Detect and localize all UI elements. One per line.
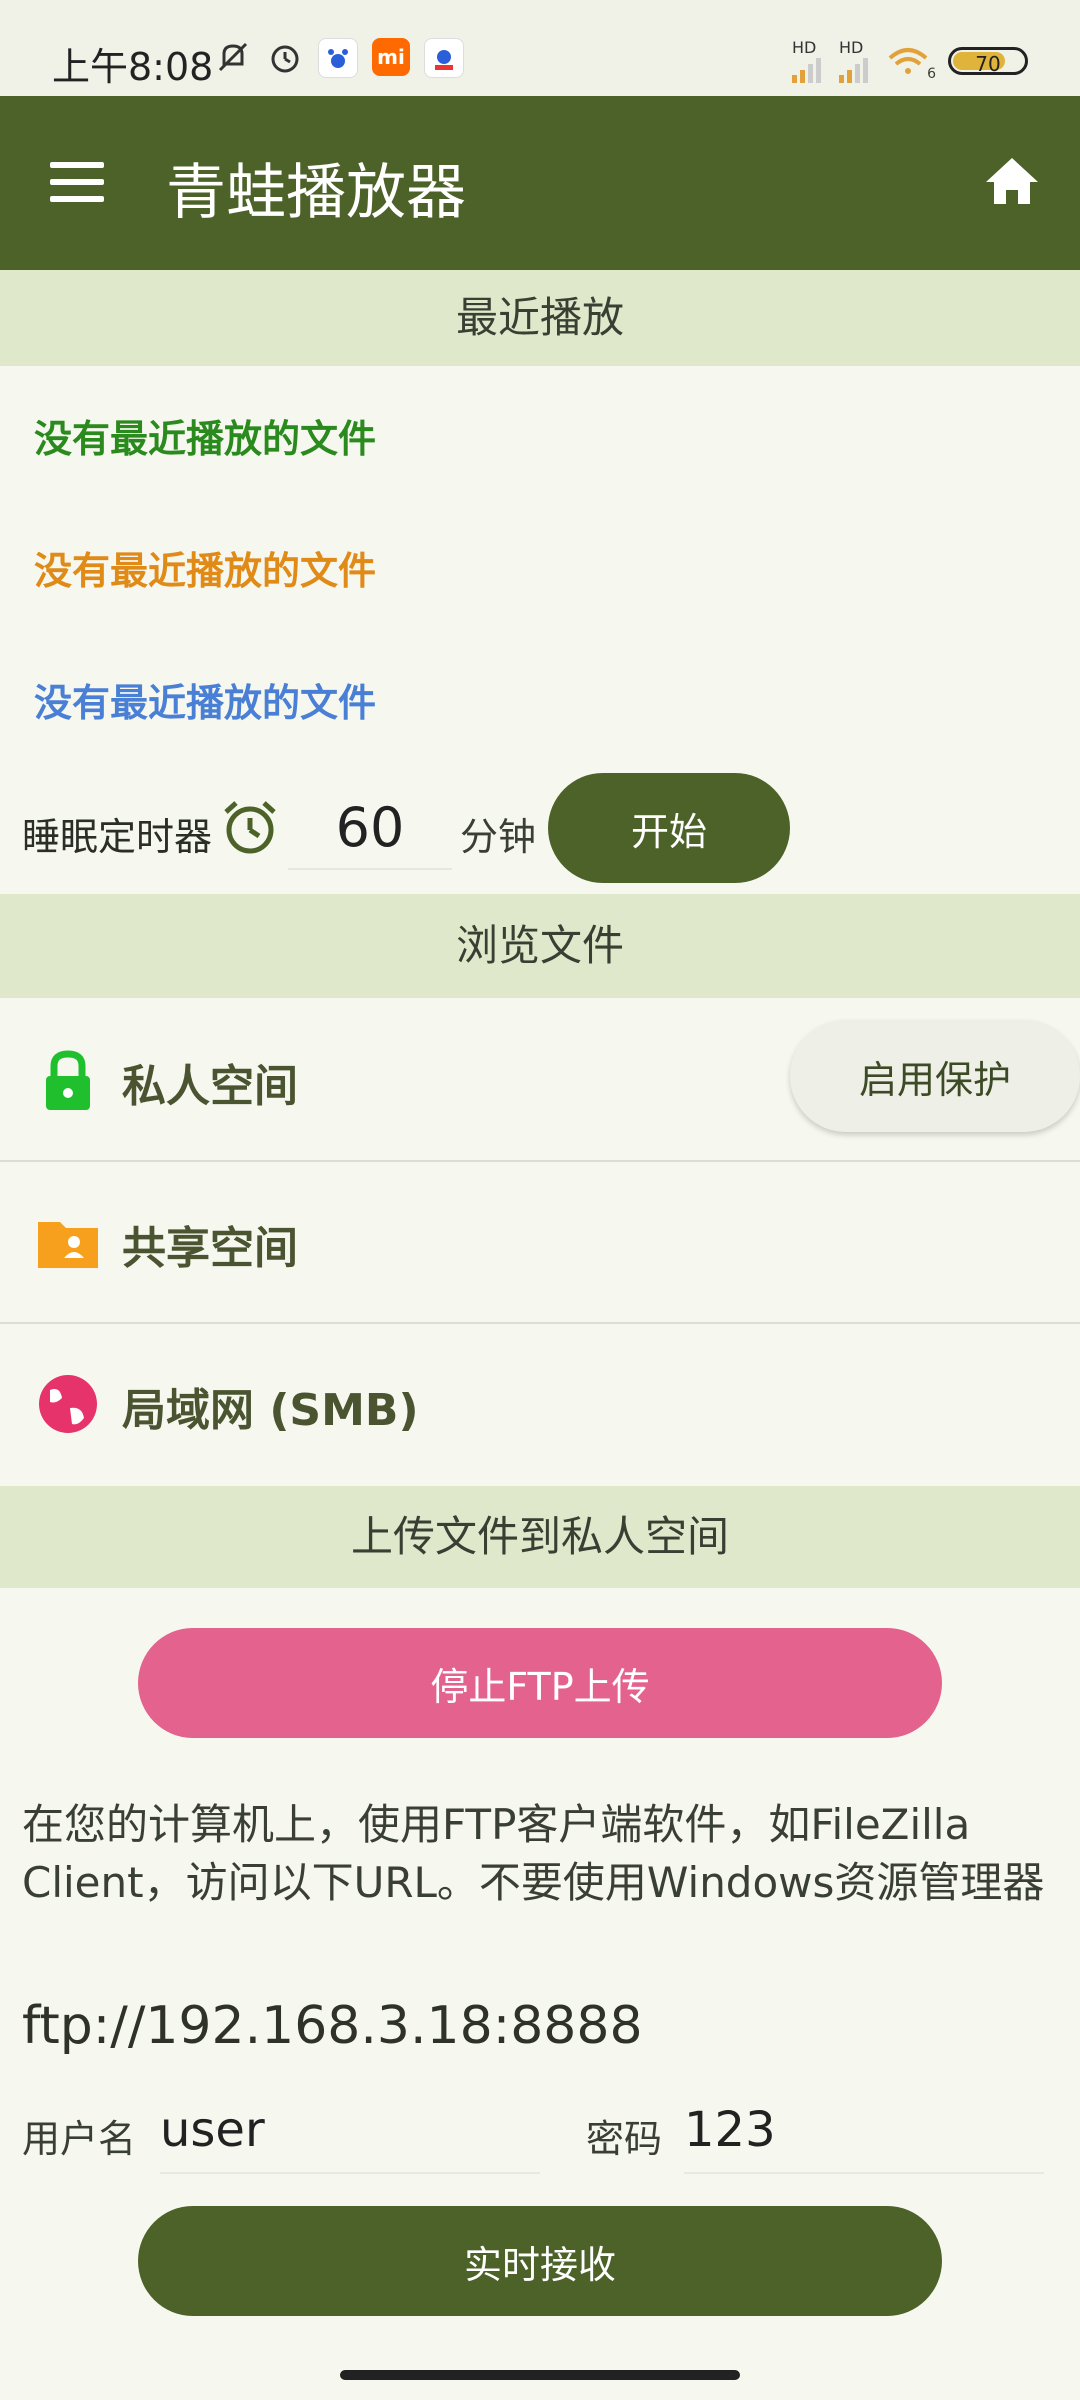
signal-1-icon: HD — [792, 38, 821, 83]
gesture-nav-bar[interactable] — [340, 2370, 740, 2380]
realtime-receive-button[interactable]: 实时接收 — [138, 2206, 942, 2316]
app-title: 青蛙播放器 — [166, 158, 466, 228]
password-field[interactable]: 123 — [684, 2088, 1044, 2174]
lock-icon — [36, 1048, 100, 1112]
username-label: 用户名 — [22, 2117, 137, 2161]
battery-icon: 70 — [948, 46, 1028, 76]
lan-smb-item[interactable]: 局域网 (SMB) — [0, 1322, 1080, 1484]
username-field[interactable]: user — [160, 2088, 540, 2174]
alarm-clock-icon — [222, 800, 278, 856]
recent-item[interactable]: 没有最近播放的文件 — [34, 540, 376, 595]
shared-space-label: 共享空间 — [122, 1223, 298, 1274]
globe-icon — [36, 1372, 100, 1436]
lan-smb-label: 局域网 (SMB) — [122, 1385, 419, 1436]
browse-header: 浏览文件 — [0, 894, 1080, 998]
upload-header: 上传文件到私人空间 — [0, 1486, 1080, 1588]
recent-item[interactable]: 没有最近播放的文件 — [34, 408, 376, 463]
wifi-icon: 6 — [886, 46, 936, 82]
minutes-unit: 分钟 — [460, 815, 537, 859]
home-icon[interactable] — [984, 156, 1040, 206]
stop-ftp-button[interactable]: 停止FTP上传 — [138, 1628, 942, 1738]
recent-item[interactable]: 没有最近播放的文件 — [34, 672, 376, 727]
alarm-icon — [266, 38, 304, 76]
minutes-input[interactable] — [288, 786, 452, 870]
enable-protection-button[interactable]: 启用保护 — [790, 1020, 1080, 1132]
password-label: 密码 — [586, 2117, 663, 2161]
signal-2-icon: HD — [839, 38, 868, 83]
baidu-map-icon — [424, 38, 464, 78]
app-bar: 青蛙播放器 — [0, 96, 1080, 270]
shared-folder-icon — [36, 1210, 100, 1274]
recent-header: 最近播放 — [0, 270, 1080, 366]
mute-icon — [214, 38, 252, 76]
shared-space-item[interactable]: 共享空间 — [0, 1160, 1080, 1324]
status-notification-icons: mi — [214, 38, 464, 78]
start-button[interactable]: 开始 — [548, 773, 790, 883]
status-bar: 上午8:08 mi HD HD 6 70 — [0, 0, 1080, 96]
status-time: 上午8:08 — [52, 45, 214, 89]
ftp-url: ftp://192.168.3.18:8888 — [22, 1996, 643, 2056]
menu-icon[interactable] — [50, 162, 104, 202]
ftp-instructions: 在您的计算机上，使用FTP客户端软件，如FileZilla Client，访问以… — [22, 1800, 1045, 1907]
status-system-icons: HD HD 6 70 — [792, 38, 1028, 83]
sleep-timer-label: 睡眠定时器 — [22, 815, 213, 859]
mi-app-icon: mi — [372, 38, 410, 76]
baidu-app-icon — [318, 38, 358, 78]
private-space-label: 私人空间 — [122, 1061, 298, 1112]
